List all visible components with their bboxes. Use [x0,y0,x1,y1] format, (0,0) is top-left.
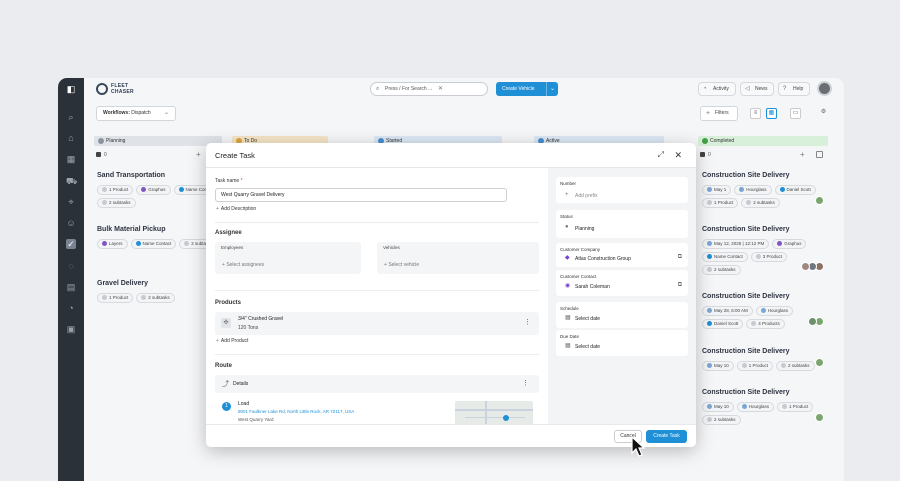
dialog-footer: Cancel Create Task [206,424,696,447]
status-dot-icon: ● [565,224,569,230]
due-date-field[interactable]: Due Date ▦ Select date [556,330,688,356]
calendar-icon: ▦ [565,343,571,349]
number-label: Number [560,181,577,186]
status-label: Status [560,214,573,219]
customer-company-value: Atlas Construction Group [575,256,631,262]
schedule-label: Schedule [560,306,579,311]
divider [215,354,539,355]
route-icon: ⤴ [222,381,229,388]
required-marker: * [240,178,243,184]
employees-label: Employees [221,245,244,250]
task-name-label-text: Task name [215,178,240,184]
add-description-label: Add Description [220,206,257,212]
add-product-link[interactable]: + Add Product [216,338,248,344]
route-details-label: Details [233,381,249,387]
divider [215,290,539,291]
calendar-icon: ▦ [565,315,571,321]
number-field[interactable]: Number + Add prefix [556,177,688,203]
external-link-icon[interactable]: ⧉ [678,282,682,289]
add-product-label: Add Product [220,338,249,344]
product-icon: ✣ [221,318,231,328]
due-date-label: Due Date [560,334,580,339]
product-quantity: 120 Tons [238,325,259,331]
select-vehicle: + Select vehicle [384,262,419,268]
products-section-title: Products [215,300,242,306]
map-pin-icon [503,415,509,421]
plus-icon: + [216,206,219,212]
schedule-field[interactable]: Schedule ▦ Select date [556,302,688,328]
customer-contact-label: Customer Contact [560,274,597,279]
product-row[interactable]: ✣ 3/4" Crushed Gravel 120 Tons ⋮ [215,312,539,335]
product-name: 3/4" Crushed Gravel [238,316,284,322]
vehicles-placeholder: Select vehicle [388,262,420,268]
plus-icon: + [565,192,569,198]
customer-contact-value: Sarah Coleman [575,284,610,290]
route-details-row[interactable]: ⤴ Details ⋮ [215,375,539,393]
customer-contact-field[interactable]: Customer Contact ◉ Sarah Coleman ⧉ [556,270,688,296]
divider [215,222,539,223]
create-task-button[interactable]: Create Task [646,430,687,443]
vehicles-label: Vehicles [383,245,400,250]
stop-number-badge: 1 [222,402,231,411]
route-map-thumbnail[interactable] [455,401,533,424]
vehicles-select[interactable]: Vehicles + Select vehicle [377,242,539,274]
add-description-link[interactable]: + Add Description [216,206,256,212]
dialog-title: Create Task [215,151,255,160]
customer-company-label: Customer Company [560,247,601,252]
mouse-pointer-icon [631,436,646,457]
external-link-icon[interactable]: ⧉ [678,254,682,261]
stop-address-link[interactable]: 9001 Faulkner Lake Rd, North Little Rock… [238,409,354,414]
status-value: Planning [575,226,595,232]
select-assignees: + Select assignees [222,262,264,268]
add-prefix: Add prefix [575,193,598,199]
due-date-placeholder: Select date [575,344,601,350]
contact-avatar-icon: ◉ [565,283,571,289]
schedule-placeholder: Select date [575,316,601,322]
create-task-dialog: Create Task ⤢ ✕ Task name * West Quarry … [206,143,696,447]
assignee-section-title: Assignee [215,230,242,236]
stop-type: Load [238,401,250,407]
route-section-title: Route [215,363,232,369]
employees-select[interactable]: Employees + Select assignees [215,242,361,274]
plus-icon: + [216,338,219,344]
task-name-value: West Quarry Gravel Delivery [221,192,285,198]
status-field[interactable]: Status ● Planning [556,210,688,238]
stop-name: West Quarry Yard [238,417,274,422]
company-icon: ◆ [565,255,570,261]
expand-icon[interactable]: ⤢ [658,150,664,160]
kebab-menu-icon[interactable]: ⋮ [524,318,531,326]
employees-placeholder: Select assignees [226,262,265,268]
dialog-left-panel: Task name * West Quarry Gravel Delivery … [206,168,548,424]
task-name-label: Task name * [215,178,243,184]
kebab-menu-icon[interactable]: ⋮ [522,379,529,387]
close-icon[interactable]: ✕ [674,150,682,161]
dialog-right-panel: Number + Add prefix Status ● Planning Cu… [548,168,696,424]
task-name-input[interactable]: West Quarry Gravel Delivery [215,188,507,202]
customer-company-field[interactable]: Customer Company ◆ Atlas Construction Gr… [556,243,688,267]
